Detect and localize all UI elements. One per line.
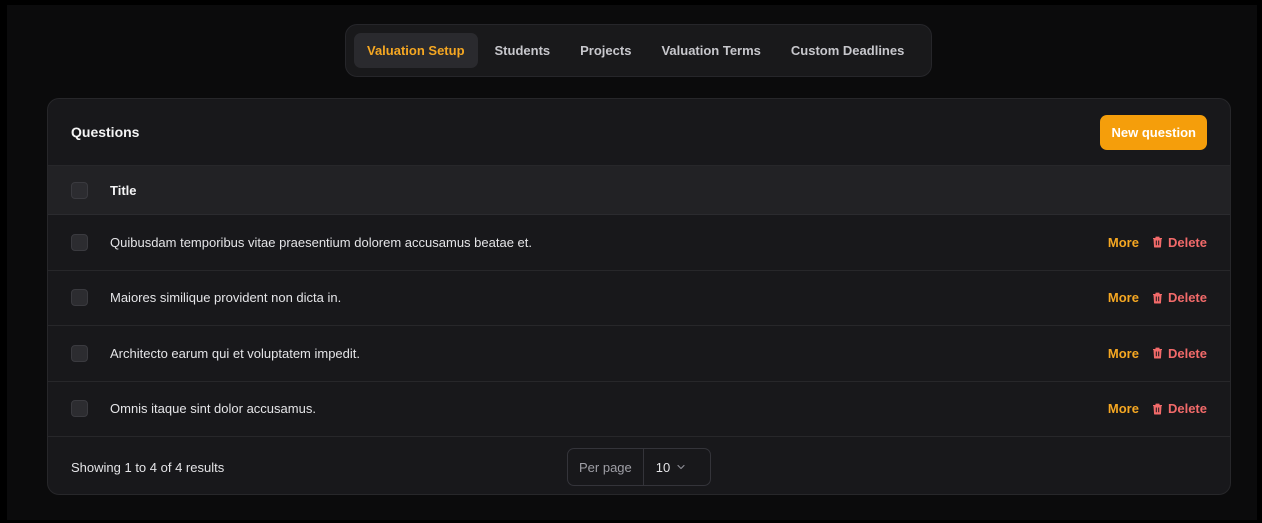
row-title: Maiores similique provident non dicta in… xyxy=(110,290,342,306)
delete-button[interactable]: Delete xyxy=(1152,235,1207,250)
row-actions: More Delete xyxy=(1108,235,1207,250)
app-background: Valuation Setup Students Projects Valuat… xyxy=(7,5,1257,520)
row-checkbox[interactable] xyxy=(71,289,88,307)
row-actions: More Delete xyxy=(1108,290,1207,305)
row-title: Architecto earum qui et voluptatem imped… xyxy=(110,345,361,361)
more-button[interactable]: More xyxy=(1108,235,1139,250)
row-title: Omnis itaque sint dolor accusamus. xyxy=(110,401,316,417)
tab-custom-deadlines[interactable]: Custom Deadlines xyxy=(778,33,917,68)
chevron-down-icon xyxy=(677,464,685,470)
new-question-button[interactable]: New question xyxy=(1100,114,1207,150)
per-page-select[interactable]: 10 xyxy=(644,449,710,485)
row-checkbox[interactable] xyxy=(71,233,88,251)
row-actions: More Delete xyxy=(1108,346,1207,361)
row-actions: More Delete xyxy=(1108,401,1207,416)
tab-valuation-terms[interactable]: Valuation Terms xyxy=(648,33,773,68)
tab-projects[interactable]: Projects xyxy=(567,33,644,68)
card-header: Questions New question xyxy=(48,99,1230,166)
more-button[interactable]: More xyxy=(1108,401,1139,416)
delete-button[interactable]: Delete xyxy=(1152,290,1207,305)
delete-button[interactable]: Delete xyxy=(1152,401,1207,416)
row-title: Quibusdam temporibus vitae praesentium d… xyxy=(110,234,532,250)
table-row: Quibusdam temporibus vitae praesentium d… xyxy=(48,215,1230,271)
select-all-checkbox[interactable] xyxy=(71,181,88,199)
table-row: Architecto earum qui et voluptatem imped… xyxy=(48,326,1230,382)
card-title: Questions xyxy=(71,124,140,140)
tab-bar: Valuation Setup Students Projects Valuat… xyxy=(345,24,932,77)
trash-icon xyxy=(1152,236,1162,248)
per-page-control: Per page 10 xyxy=(567,448,711,486)
trash-icon xyxy=(1152,292,1162,304)
delete-label: Delete xyxy=(1167,401,1207,417)
table-row: Omnis itaque sint dolor accusamus. More … xyxy=(48,382,1230,437)
column-header-title[interactable]: Title xyxy=(110,183,137,198)
trash-icon xyxy=(1152,403,1162,415)
table-footer: Showing 1 to 4 of 4 results Per page 10 xyxy=(48,437,1230,494)
tab-students[interactable]: Students xyxy=(482,33,564,68)
more-button[interactable]: More xyxy=(1108,290,1139,305)
per-page-value: 10 xyxy=(655,459,671,475)
trash-icon xyxy=(1152,347,1162,359)
questions-card: Questions New question Title Quibusdam t… xyxy=(47,98,1231,495)
results-summary: Showing 1 to 4 of 4 results xyxy=(71,459,225,475)
more-button[interactable]: More xyxy=(1108,346,1139,361)
table-row: Maiores similique provident non dicta in… xyxy=(48,271,1230,326)
table-header: Title xyxy=(48,166,1230,215)
row-checkbox[interactable] xyxy=(71,400,88,418)
per-page-label: Per page xyxy=(568,449,644,485)
delete-label: Delete xyxy=(1167,290,1207,306)
delete-label: Delete xyxy=(1167,345,1207,361)
delete-label: Delete xyxy=(1167,234,1207,250)
tab-valuation-setup[interactable]: Valuation Setup xyxy=(354,33,478,68)
delete-button[interactable]: Delete xyxy=(1152,346,1207,361)
row-checkbox[interactable] xyxy=(71,344,88,362)
